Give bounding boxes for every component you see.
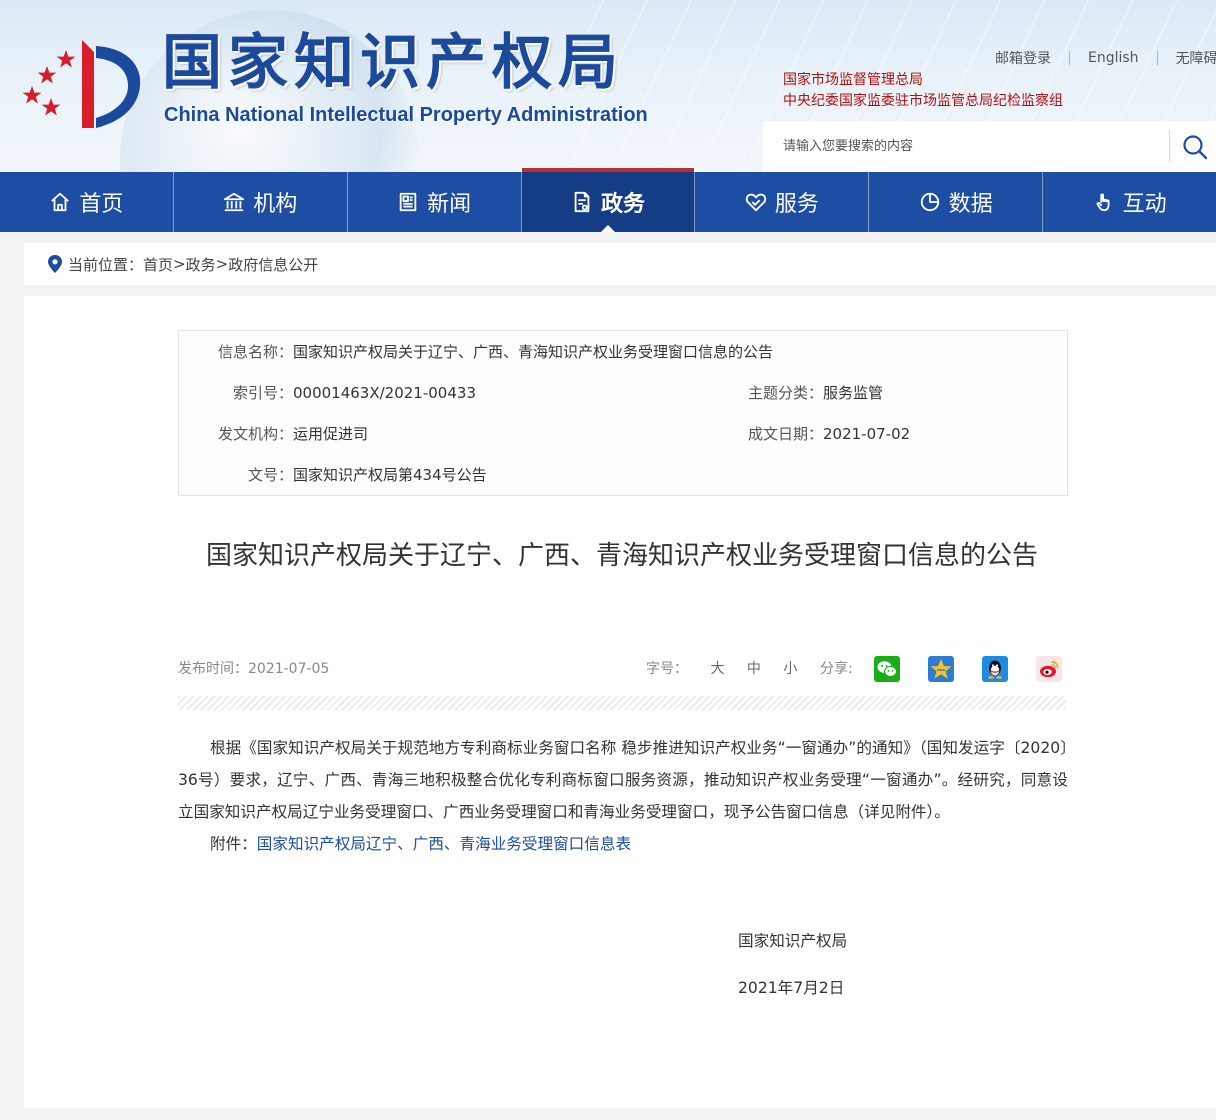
article-body: 根据《国家知识产权局关于规范地方专利商标业务窗口名称 稳步推进知识产权业务“一窗… [178,732,1068,860]
signature-org: 国家知识产权局 [738,932,848,950]
accessibility-link[interactable]: 无障碍 [1176,48,1216,68]
meta-index-label: 索引号： [232,384,293,402]
top-links-divider [1069,51,1070,65]
nav-item-label: 政务 [601,192,646,217]
share-label: 分享: [820,661,853,677]
font-size-label: 字号： [646,661,688,677]
nav-item-label: 机构 [253,192,298,217]
breadcrumb-separator: > [173,255,186,273]
samr-link[interactable]: 国家市场监督管理总局 [783,70,1063,91]
publish-bar: 发布时间：2021-07-05 字号： 大 中 小 分享: [178,652,1066,688]
meta-index-value: 00001463X/2021-00433 [293,384,476,402]
publish-date: 发布时间：2021-07-05 [178,661,330,677]
meta-docno-value: 国家知识产权局第434号公告 [293,466,487,484]
nav-item-government-affairs[interactable]: 政务 [521,168,696,232]
divider-stripe [178,696,1066,710]
breadcrumb-government-affairs[interactable]: 政务 [186,254,216,275]
meta-date-value: 2021-07-02 [823,425,911,443]
attachment-link[interactable]: 国家知识产权局辽宁、广西、青海业务受理窗口信息表 [257,835,631,853]
interaction-icon [1096,193,1110,212]
top-links: 邮箱登录 English 无障碍 [980,46,1216,70]
government-affairs-icon [574,191,590,213]
weibo-icon[interactable] [1036,656,1062,682]
search-divider [1169,130,1170,162]
main-nav: 首页 机构 新闻 政务 服务 数据 互动 [0,168,1216,232]
nav-item-label: 互动 [1122,192,1167,217]
meta-row-topic: 主题分类：服务监管 [747,381,883,405]
signature-date: 2021年7月2日 [738,979,845,997]
search-icon[interactable] [1181,133,1209,161]
meta-docno-label: 文号： [247,466,293,484]
news-icon [399,192,417,212]
nav-item-home[interactable]: 首页 [0,172,174,232]
nav-item-label: 数据 [948,192,993,217]
font-size-control: 字号： 大 中 小 [646,658,797,678]
meta-name-value: 国家知识产权局关于辽宁、广西、青海知识产权业务受理窗口信息的公告 [293,343,774,361]
meta-date-label: 成文日期： [747,425,823,443]
font-size-large[interactable]: 大 [710,661,724,677]
nav-item-label: 首页 [79,192,124,217]
font-size-medium[interactable]: 中 [747,661,761,677]
home-icon [51,192,70,212]
english-link[interactable]: English [1088,50,1139,66]
meta-topic-label: 主题分类： [747,384,823,402]
font-size-small[interactable]: 小 [783,661,797,677]
cnipa-emblem-icon[interactable] [22,36,144,132]
nav-item-label: 服务 [774,192,819,217]
institution-icon [224,192,245,212]
location-pin-icon [48,255,62,273]
meta-row-issuer: 发文机构：运用促进司 [179,422,368,446]
wechat-icon[interactable] [874,656,900,682]
nav-item-service[interactable]: 服务 [695,172,870,232]
nav-item-interaction[interactable]: 互动 [1043,172,1216,232]
article-title: 国家知识产权局关于辽宁、广西、青海知识产权业务受理窗口信息的公告 [205,541,1038,571]
document-meta-table: 信息名称：国家知识产权局关于辽宁、广西、青海知识产权业务受理窗口信息的公告 索引… [178,330,1068,496]
search-input[interactable] [783,131,1163,162]
meta-row-index: 索引号：00001463X/2021-00433 [179,381,476,405]
site-header: 国家知识产权局 China National Intellectual Prop… [0,0,1216,172]
service-icon [745,193,766,212]
mail-login-link[interactable]: 邮箱登录 [995,48,1051,68]
nav-item-institution[interactable]: 机构 [174,172,348,232]
attachment-line: 附件：国家知识产权局辽宁、广西、青海业务受理窗口信息表 [178,828,1068,860]
top-links-divider [1156,51,1158,65]
content-panel: 信息名称：国家知识产权局关于辽宁、广西、青海知识产权业务受理窗口信息的公告 索引… [24,296,1216,1108]
meta-name-label: 信息名称： [217,343,293,361]
attachment-label: 附件： [210,835,257,853]
qzone-icon[interactable] [928,656,954,682]
search-box [763,121,1216,172]
breadcrumb-home[interactable]: 首页 [143,254,173,275]
nav-item-label: 新闻 [427,192,472,217]
breadcrumb: 当前位置： 首页 > 政务 > 政府信息公开 [24,243,1216,285]
data-icon [920,192,939,212]
discipline-inspection-link[interactable]: 中央纪委国家监委驻市场监管总局纪检监察组 [783,91,1063,112]
meta-issuer-label: 发文机构： [217,425,293,443]
nav-item-data[interactable]: 数据 [869,172,1044,232]
agency-links: 国家市场监督管理总局 中央纪委国家监委驻市场监管总局纪检监察组 [783,70,1063,112]
breadcrumb-info-disclosure[interactable]: 政府信息公开 [228,254,318,275]
site-subtitle: China National Intellectual Property Adm… [164,104,648,126]
breadcrumb-prefix: 当前位置： [68,255,144,274]
site-title: 国家知识产权局 [162,28,624,98]
meta-row-date: 成文日期：2021-07-02 [747,422,910,446]
article-paragraph: 根据《国家知识产权局关于规范地方专利商标业务窗口名称 稳步推进知识产权业务“一窗… [178,739,1068,821]
meta-row-docno: 文号：国家知识产权局第434号公告 [179,463,487,487]
nav-item-news[interactable]: 新闻 [348,172,522,232]
meta-topic-value: 服务监管 [823,384,884,402]
meta-issuer-value: 运用促进司 [293,425,369,443]
qq-icon[interactable] [982,656,1008,682]
breadcrumb-separator: > [215,255,229,273]
meta-row-name: 信息名称：国家知识产权局关于辽宁、广西、青海知识产权业务受理窗口信息的公告 [179,340,773,364]
